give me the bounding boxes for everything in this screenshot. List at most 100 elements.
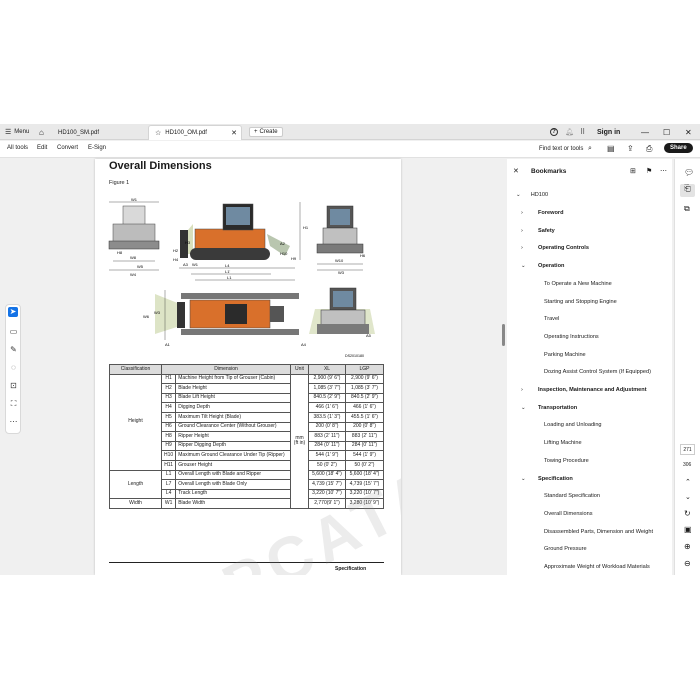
pen-icon[interactable]: ✎	[9, 345, 18, 354]
pages-panel-icon[interactable]: ⧉	[684, 204, 690, 214]
bookmarks-more-icon[interactable]: ⋯	[660, 167, 667, 175]
bookmark-add-icon[interactable]: ⊞	[630, 167, 636, 175]
cell-lgp: 4,739 (15' 7")	[345, 479, 384, 490]
zoom-in-icon[interactable]: ⊕	[684, 542, 691, 551]
page-down-icon[interactable]: ⌄	[685, 493, 691, 501]
share-button[interactable]: Share	[664, 143, 693, 153]
bookmarks-close-icon[interactable]: ✕	[513, 167, 519, 175]
label-h4: H4	[173, 257, 179, 262]
bookmark-item[interactable]: Lifting Machine	[544, 440, 582, 446]
tab-hd100-sm[interactable]: HD100_SM.pdf	[52, 125, 147, 140]
edit-menu[interactable]: Edit	[37, 145, 47, 151]
cell-code: H10	[160, 450, 177, 461]
bookmark-item[interactable]: Towing Procedure	[544, 458, 589, 464]
bell-icon[interactable]: 🔔︎	[565, 124, 574, 140]
all-tools-menu[interactable]: All tools	[7, 145, 28, 151]
bookmark-label: Approximate Weight of Workload Materials	[544, 564, 650, 570]
bookmark-item[interactable]: Standard Specification	[544, 493, 600, 499]
close-tab-icon[interactable]: ✕	[231, 129, 237, 137]
page-fit-icon[interactable]: ▣	[684, 525, 692, 534]
bookmark-item[interactable]: Overall Dimensions	[544, 511, 593, 517]
bookmark-item[interactable]: Ground Pressure	[544, 546, 587, 552]
convert-menu[interactable]: Convert	[57, 145, 78, 151]
cell-code: H3	[160, 392, 177, 404]
header-dimension: Dimension	[161, 364, 291, 375]
cell-lgp: 200 (0' 8")	[345, 421, 384, 433]
menu-button[interactable]: ☰ Menu	[5, 124, 29, 140]
document-viewport[interactable]: Overall Dimensions Figure 1 W1 W4 W8 W5 …	[0, 159, 505, 575]
bookmark-flag-icon[interactable]: ⚑	[646, 167, 652, 175]
upload-icon[interactable]: ⇪	[627, 144, 634, 153]
bookmark-item[interactable]: › Inspection, Maintenance and Adjustment	[521, 387, 647, 393]
esign-menu[interactable]: E-Sign	[88, 145, 106, 151]
group-height: Height	[109, 373, 162, 471]
cell-xl: 3,220 (10' 7")	[308, 488, 346, 500]
close-window-icon[interactable]: ✕	[685, 124, 692, 140]
bookmark-item[interactable]: Starting and Stopping Engine	[544, 299, 617, 305]
cell-lgp: 840.5 (2' 9")	[345, 392, 384, 404]
bookmark-item[interactable]: Parking Machine	[544, 352, 586, 358]
more-tools-icon[interactable]: ⋯	[9, 417, 18, 426]
zoom-out-icon[interactable]: ⊖	[684, 559, 691, 568]
bookmark-item[interactable]: Travel	[544, 316, 559, 322]
bookmark-item[interactable]: ⌄ Transportation	[521, 405, 577, 411]
label-a4: A4	[301, 342, 307, 347]
bookmark-item[interactable]: Loading and Unloading	[544, 422, 602, 428]
bookmark-root[interactable]: ⌄ HD100	[516, 192, 548, 198]
cell-dimension: Blade Lift Height	[175, 392, 291, 404]
bookmark-root-label: HD100	[530, 192, 549, 198]
label-l1: L1	[227, 275, 232, 280]
bookmark-item[interactable]: › Operating Controls	[521, 245, 589, 251]
stamp-icon[interactable]: ⛶	[9, 399, 18, 408]
bookmark-label: Parking Machine	[544, 351, 586, 358]
bookmarks-panel-icon[interactable]: ⎗	[680, 184, 695, 197]
print-icon[interactable]: ⎙	[646, 144, 652, 154]
select-cursor-icon[interactable]: ➤	[8, 307, 18, 317]
bookmark-chevron-icon[interactable]: ⌄	[521, 405, 538, 411]
home-icon[interactable]: ⌂	[39, 124, 44, 140]
table-header-row: Classification Dimension Unit XL LGP	[109, 364, 384, 375]
bookmark-chevron-icon[interactable]: ›	[521, 245, 538, 251]
find-text-button[interactable]: Find text or tools ⌕	[539, 145, 592, 153]
vertical-scrollbar[interactable]	[502, 324, 505, 346]
comment-tool-icon[interactable]: ▤	[607, 144, 615, 153]
bookmark-label: Operation	[538, 263, 565, 270]
comment-add-icon[interactable]: ▭	[9, 327, 18, 336]
bookmark-chevron-icon[interactable]: ›	[521, 228, 538, 234]
apps-grid-icon[interactable]: ⠿	[580, 124, 585, 140]
bookmarks-panel: Bookmarks ✕ ⊞ ⚑ ⋯ ⌄ HD100 › Foreword › Safe…	[507, 159, 672, 575]
bookmark-chevron-icon[interactable]: ⌄	[521, 476, 538, 482]
bookmark-item[interactable]: Dozing Assist Control System (If Equippe…	[544, 369, 651, 375]
text-box-icon[interactable]: ⊡	[9, 381, 18, 390]
bookmark-item[interactable]: ⌄ Operation	[521, 263, 564, 269]
bookmark-item[interactable]: Disassembled Parts, Dimension and Weight	[544, 529, 653, 535]
bookmark-item[interactable]: ⌄ Specification	[521, 476, 573, 482]
rotate-icon[interactable]: ↻	[684, 509, 691, 518]
minimize-icon[interactable]: —	[641, 124, 649, 140]
tab-hd100-om[interactable]: ☆ HD100_OM.pdf ✕	[148, 125, 242, 140]
create-button[interactable]: + Create	[249, 124, 283, 140]
bookmark-item[interactable]: Operating Instructions	[544, 334, 599, 340]
sign-in-button[interactable]: Sign in	[597, 124, 620, 140]
comments-panel-icon[interactable]: 💬︎	[684, 168, 694, 177]
bookmark-chevron-icon[interactable]: ›	[521, 210, 538, 216]
label-a5: A5	[366, 333, 372, 338]
bookmark-item[interactable]: › Foreword	[521, 210, 563, 216]
lasso-icon[interactable]: ◌	[9, 363, 18, 372]
bookmark-chevron-icon[interactable]: ⌄	[521, 263, 538, 269]
maximize-icon[interactable]: ☐	[663, 124, 670, 140]
bookmark-chevron-icon[interactable]: ›	[521, 387, 538, 393]
bookmark-item[interactable]: To Operate a New Machine	[544, 281, 612, 287]
page-number-current[interactable]: 271	[680, 444, 695, 455]
bookmark-item[interactable]: Approximate Weight of Workload Materials	[544, 564, 650, 570]
cell-xl: 2,900 (9' 6")	[308, 373, 346, 385]
page-up-icon[interactable]: ⌃	[685, 478, 691, 486]
label-l4: L4	[225, 263, 230, 268]
star-icon[interactable]: ☆	[155, 129, 161, 137]
bookmark-item[interactable]: › Safety	[521, 228, 555, 234]
cell-xl: 2,770(9' 1")	[308, 498, 346, 509]
header-xl: XL	[308, 364, 346, 375]
bookmark-label: Loading and Unloading	[544, 422, 602, 429]
cell-xl: 466 (1' 6")	[308, 402, 346, 413]
help-button[interactable]: ?	[550, 124, 558, 140]
